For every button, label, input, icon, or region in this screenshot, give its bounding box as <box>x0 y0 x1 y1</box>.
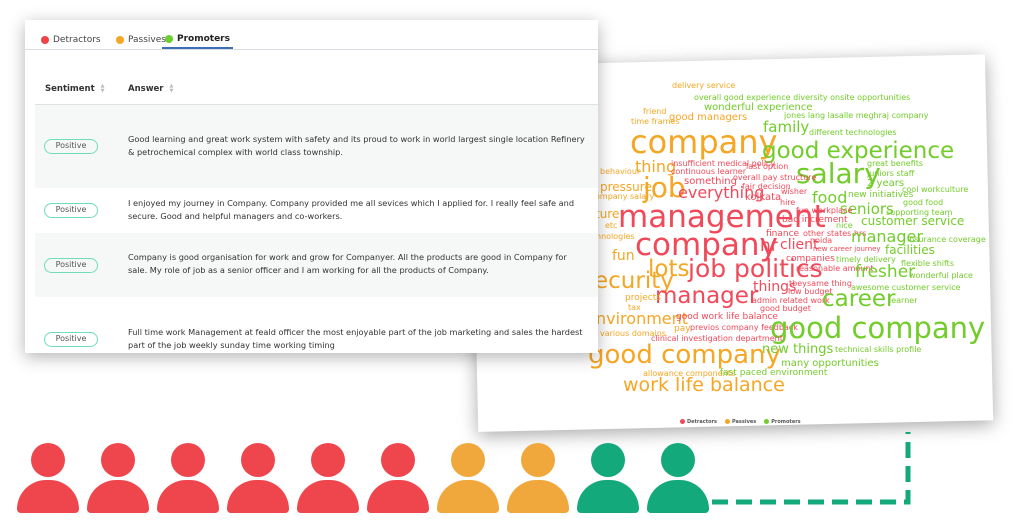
tab-detractors[interactable]: Detractors <box>41 31 101 49</box>
person-icon-red <box>227 443 289 513</box>
answer-text: I enjoyed my journey in Company. Company… <box>128 198 575 221</box>
person-icon-green <box>577 443 639 513</box>
sentiment-badge: Positive <box>44 258 98 273</box>
column-header-sentiment[interactable]: Sentiment ▲ ▼ <box>45 84 105 95</box>
person-icon-orange <box>507 443 569 513</box>
table-row[interactable]: Positive I enjoyed my journey in Company… <box>35 188 598 233</box>
answer-text: Company is good organisation for work an… <box>128 252 567 275</box>
red-dot-icon <box>41 36 49 44</box>
answer-text: Good learning and great work system with… <box>128 134 585 157</box>
tab-promoters[interactable]: Promoters <box>162 31 233 49</box>
sentiment-badge: Positive <box>44 332 98 347</box>
orange-dot-icon <box>116 36 124 44</box>
sort-icon[interactable]: ▲ ▼ <box>170 84 174 94</box>
table-row[interactable]: Positive Company is good organisation fo… <box>35 233 598 297</box>
person-icon-green <box>647 443 709 513</box>
sentiment-badge: Positive <box>44 203 98 218</box>
person-icon-red <box>87 443 149 513</box>
person-icon-orange <box>437 443 499 513</box>
table-row[interactable]: Positive Full time work Management at fe… <box>35 297 598 353</box>
table-row[interactable]: Positive Good learning and great work sy… <box>35 105 598 188</box>
green-dot-icon <box>165 35 173 43</box>
answer-text: Full time work Management at feald offic… <box>128 327 583 350</box>
sentiment-tabs: Detractors Passives Promoters <box>25 20 598 50</box>
sort-icon[interactable]: ▲ ▼ <box>101 84 105 94</box>
sentiment-badge: Positive <box>44 139 98 154</box>
column-header-answer[interactable]: Answer ▲ ▼ <box>128 84 174 95</box>
person-icon-red <box>367 443 429 513</box>
person-icon-red <box>17 443 79 513</box>
answers-panel: Detractors Passives Promoters Sentiment ▲… <box>25 20 598 353</box>
person-icon-red <box>297 443 359 513</box>
tab-passives[interactable]: Passives <box>116 31 166 49</box>
person-icon-red <box>157 443 219 513</box>
